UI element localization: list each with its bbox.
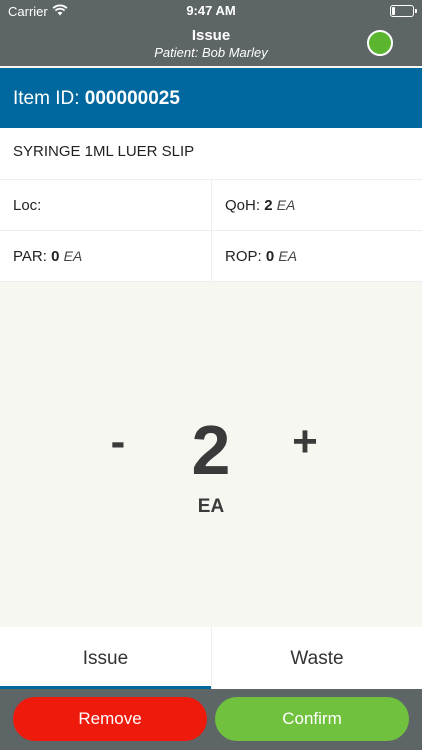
par-cell: PAR: 0 EA bbox=[0, 231, 211, 281]
status-bar: Carrier 9:47 AM bbox=[0, 0, 422, 22]
tab-issue[interactable]: Issue bbox=[0, 627, 211, 689]
page-title: Issue bbox=[191, 27, 231, 44]
par-unit: EA bbox=[63, 248, 83, 264]
item-id-value: 000000025 bbox=[84, 88, 180, 109]
battery-icon bbox=[390, 5, 417, 17]
quantity-unit: EA bbox=[197, 496, 225, 517]
battery-level bbox=[392, 7, 395, 15]
item-description: SYRINGE 1ML LUER SLIP bbox=[0, 128, 422, 180]
qoh-value: 2 bbox=[264, 197, 273, 214]
qoh-unit: EA bbox=[276, 197, 296, 213]
clock: 9:47 AM bbox=[186, 3, 236, 18]
location-cell: Loc: bbox=[0, 180, 211, 230]
rop-cell: ROP: 0 EA bbox=[211, 231, 422, 281]
increment-button[interactable]: + bbox=[283, 420, 327, 470]
rop-label: ROP: bbox=[225, 248, 262, 265]
tab-waste[interactable]: Waste bbox=[211, 627, 422, 689]
par-value: 0 bbox=[51, 248, 60, 265]
par-label: PAR: bbox=[13, 248, 47, 265]
app-header: Carrier 9:47 AM Issue Patient: Bob Marle… bbox=[0, 0, 422, 66]
loc-label: Loc: bbox=[13, 197, 42, 214]
quantity-value: 2 bbox=[191, 411, 231, 489]
rop-value: 0 bbox=[265, 248, 275, 265]
action-bar: Remove Confirm bbox=[0, 689, 422, 750]
confirm-button[interactable]: Confirm bbox=[215, 697, 409, 741]
remove-button[interactable]: Remove bbox=[13, 697, 207, 741]
quantity-stepper: - 2 + EA bbox=[0, 282, 422, 627]
qoh-cell: QoH: 2 EA bbox=[211, 180, 422, 230]
qoh-label: QoH: bbox=[225, 197, 261, 214]
patient-subtitle: Patient: Bob Marley bbox=[154, 45, 268, 60]
connection-status-icon[interactable] bbox=[367, 30, 393, 56]
details-row-1: Loc: QoH: 2 EA bbox=[0, 180, 422, 231]
mode-tabs: Issue Waste bbox=[0, 627, 422, 689]
rop-unit: EA bbox=[278, 248, 298, 264]
details-row-2: PAR: 0 EA ROP: 0 EA bbox=[0, 231, 422, 282]
item-id-label: Item ID: bbox=[13, 88, 80, 109]
item-id-bar: Item ID: 000000025 bbox=[0, 68, 422, 128]
